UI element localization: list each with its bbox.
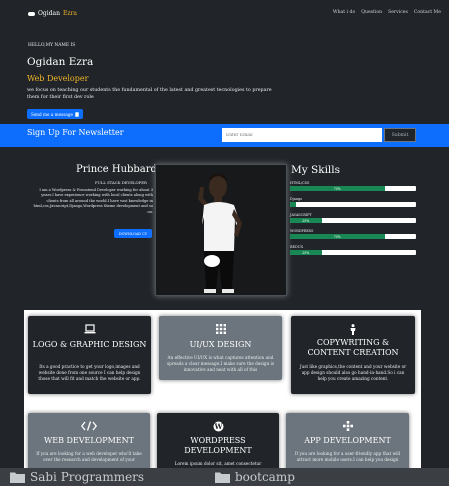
- service-card-copywriting[interactable]: COPYWRITING & CONTENT CREATION Just like…: [291, 316, 415, 394]
- send-message-label: Send me a message: [30, 111, 74, 117]
- document-icon: [75, 111, 79, 117]
- skill-progress-track: [290, 202, 416, 207]
- skill-progress-fill: 75%: [290, 234, 385, 239]
- hero-greeting: HELLO,MY NAME IS: [28, 43, 76, 48]
- nav-links: What i do Question Services Contact Me: [333, 10, 441, 15]
- brand-first-name: Ogidan: [38, 10, 60, 17]
- profile-photo: [155, 164, 287, 296]
- hero-description: we focus on teaching our students the fu…: [27, 88, 272, 100]
- apps-icon: [286, 421, 409, 433]
- send-message-button[interactable]: Send me a message: [27, 109, 83, 119]
- skill-progress-fill: 25%: [290, 250, 322, 255]
- skill-progress-fill: 25%: [290, 218, 322, 223]
- brand-last-name: Ezra: [62, 10, 77, 17]
- brand-logo[interactable]: Ogidan Ezra: [28, 10, 77, 17]
- nav-link-question[interactable]: Question: [361, 10, 382, 15]
- service-title: WORDPRESS DEVELOPMENT: [184, 436, 252, 455]
- newsletter-title: Sign Up For Newsletter: [27, 128, 124, 137]
- hero-role: Web Developer: [27, 74, 89, 83]
- service-title: UI/UX DESIGN: [189, 340, 252, 349]
- bookmark-folder-sabi[interactable]: Sabi Programmers: [10, 470, 145, 484]
- service-title: WEB DEVELOPMENT: [44, 436, 134, 445]
- about-description: I am a Wordpress & Froontend Developer w…: [33, 188, 153, 214]
- bookmark-folder-bootcamp[interactable]: bootcamp: [215, 470, 295, 484]
- skill-redux: REDUX 25%: [290, 245, 418, 255]
- bookmarks-bar: Sabi Programmers bootcamp: [0, 468, 449, 486]
- skills-title: My Skills: [291, 164, 341, 176]
- grid-icon: [159, 324, 282, 336]
- navbar: Ogidan Ezra What i do Question Services C…: [0, 0, 449, 28]
- newsletter-email-input[interactable]: [222, 128, 382, 142]
- laptop-icon: [28, 324, 151, 336]
- brand-icon: [28, 11, 35, 16]
- bookmark-folder-label: Sabi Programmers: [30, 470, 145, 484]
- hero-name: Ogidan Ezra: [27, 56, 94, 68]
- skill-progress-fill: [290, 202, 297, 207]
- newsletter-section: Sign Up For Newsletter Submit: [0, 124, 449, 147]
- skill-progress-fill: 75%: [290, 186, 385, 191]
- service-description: If you are looking for a web developer w…: [36, 451, 142, 463]
- nav-link-services[interactable]: Services: [388, 10, 408, 15]
- svg-text:W: W: [213, 422, 222, 431]
- hero-section: HELLO,MY NAME IS Ogidan Ezra Web Develop…: [0, 28, 449, 124]
- folder-icon: [10, 472, 25, 483]
- service-description: If you are looking for a user-friendly a…: [294, 451, 401, 463]
- service-title: LOGO & GRAPHIC DESIGN: [32, 340, 147, 349]
- skill-javascript: JAVASCRIPT 25%: [290, 213, 418, 223]
- services-section: LOGO & GRAPHIC DESIGN Its a good practic…: [24, 310, 421, 486]
- folder-icon: [215, 472, 230, 483]
- skill-progress-track: 25%: [290, 218, 416, 223]
- skill-progress-track: 25%: [290, 250, 416, 255]
- service-title: COPYWRITING & CONTENT CREATION: [307, 338, 399, 357]
- newsletter-submit-button[interactable]: Submit: [384, 128, 416, 142]
- skill-django: Django: [290, 197, 418, 207]
- skill-progress-track: 75%: [290, 234, 416, 239]
- about-section: Prince Hubbard FULL STACK DEVELOPER I am…: [0, 147, 449, 305]
- download-cv-button[interactable]: DOWNLOAD CV: [114, 229, 152, 238]
- about-title: FULL STACK DEVELOPER: [95, 180, 147, 185]
- nav-link-what-i-do[interactable]: What i do: [333, 10, 355, 15]
- service-card-logo-design[interactable]: LOGO & GRAPHIC DESIGN Its a good practic…: [28, 316, 151, 394]
- bookmark-folder-label: bootcamp: [235, 470, 295, 484]
- nav-link-contact[interactable]: Contact Me: [414, 10, 441, 15]
- about-name: Prince Hubbard: [76, 164, 157, 175]
- code-icon: [28, 421, 150, 433]
- service-title: APP DEVELOPMENT: [304, 436, 391, 445]
- person-icon: [291, 324, 415, 336]
- skill-wordpress: WORDPRESS 75%: [290, 229, 418, 239]
- service-description: Lorem ipsum dolor sit, amet consectetur: [174, 461, 262, 466]
- person-illustration: [156, 165, 286, 295]
- service-description: Just like graphics,the content and your …: [299, 364, 407, 382]
- wordpress-icon: W: [157, 421, 279, 433]
- skill-html-css: HTML/CSS 75%: [290, 181, 418, 191]
- service-description: An effective UI/UX is what captures atte…: [167, 355, 275, 373]
- service-description: Its a good practice to get your logo,ima…: [38, 364, 141, 382]
- skill-progress-track: 75%: [290, 186, 416, 191]
- service-card-ui-ux[interactable]: UI/UX DESIGN An effective UI/UX is what …: [159, 316, 282, 380]
